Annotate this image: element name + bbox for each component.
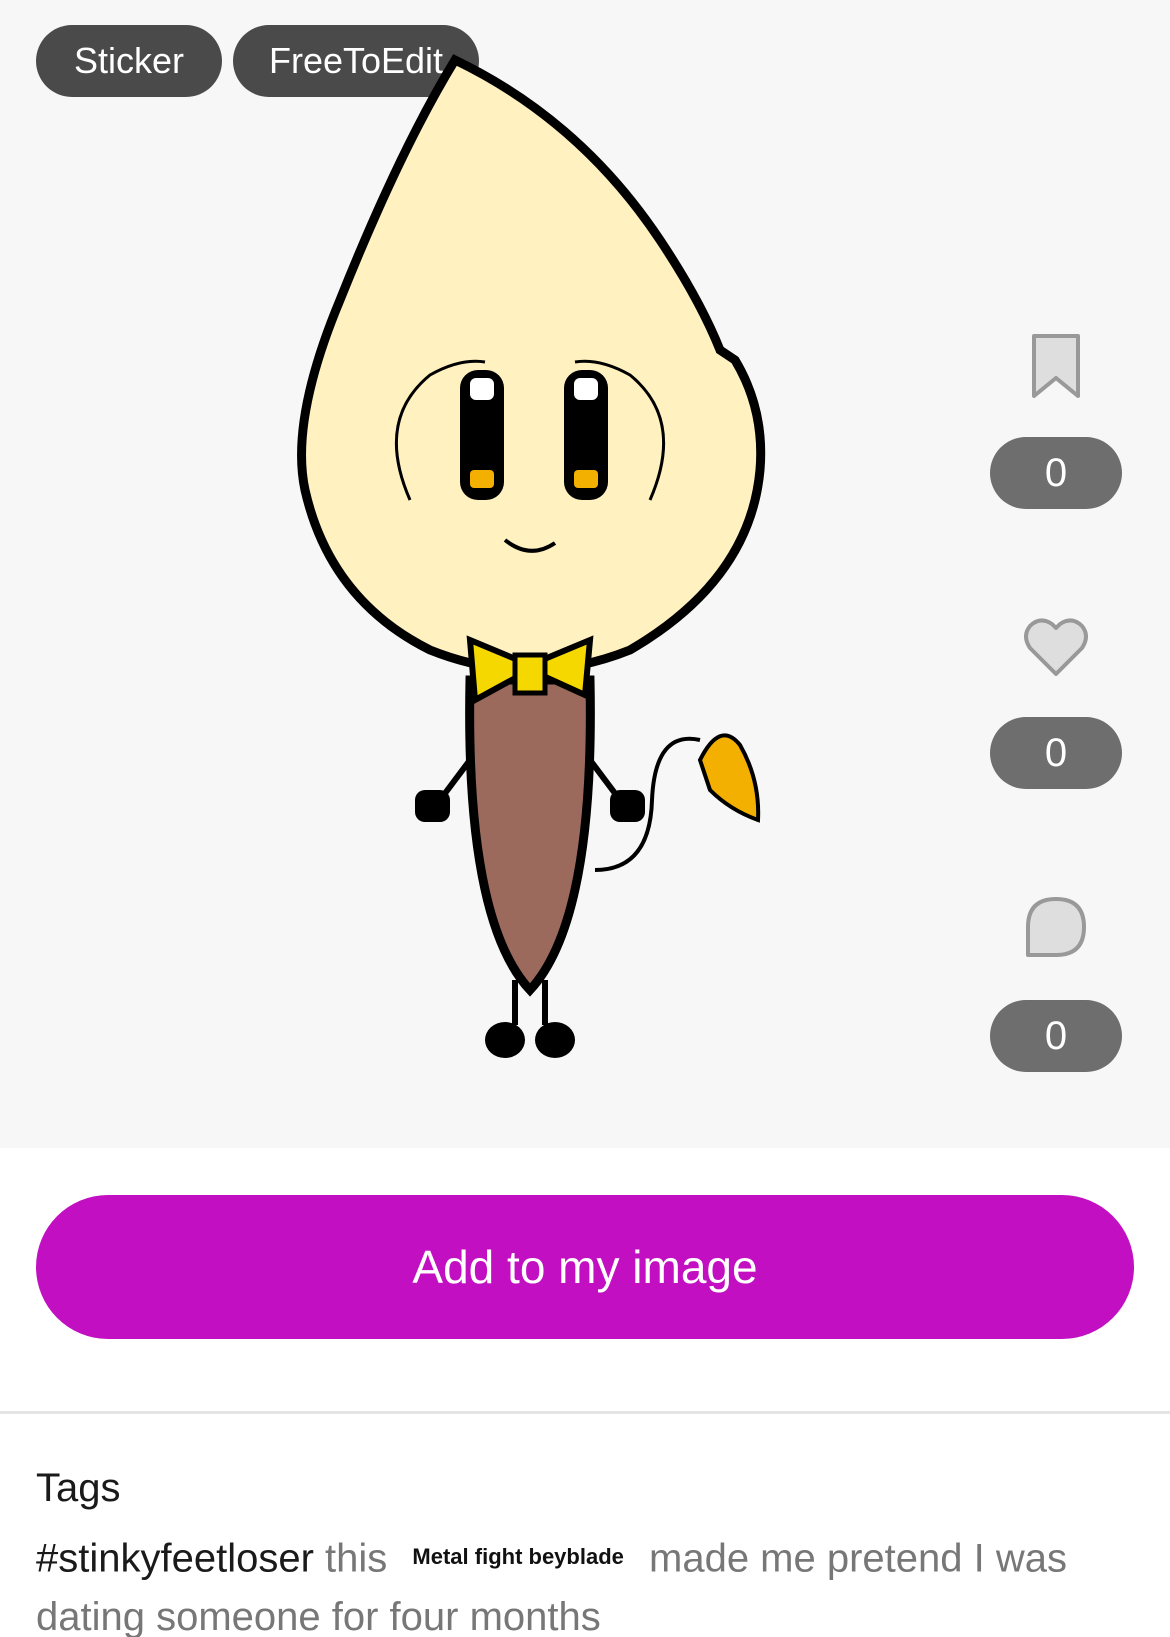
tags-text-before: this [313,1536,399,1581]
add-to-my-image-button[interactable]: Add to my image [36,1195,1134,1339]
tags-description: #stinkyfeetloser this Metal fight beybla… [36,1526,1146,1637]
heart-icon[interactable] [1020,610,1092,682]
tags-heading: Tags [36,1466,121,1510]
sticker-preview-area: Sticker FreeToEdit 0 0 0 [0,0,1170,1148]
inline-text-label: Metal fight beyblade [398,1526,638,1588]
save-count: 0 [990,437,1122,509]
divider [0,1411,1170,1414]
hashtag-link[interactable]: #stinkyfeetloser [36,1537,314,1581]
sticker-image [297,54,766,1058]
like-count: 0 [990,717,1122,789]
comment-icon[interactable] [1020,893,1092,965]
sticker-chip[interactable]: Sticker [36,25,222,97]
comment-count: 0 [990,1000,1122,1072]
bookmark-icon[interactable] [1020,330,1092,402]
